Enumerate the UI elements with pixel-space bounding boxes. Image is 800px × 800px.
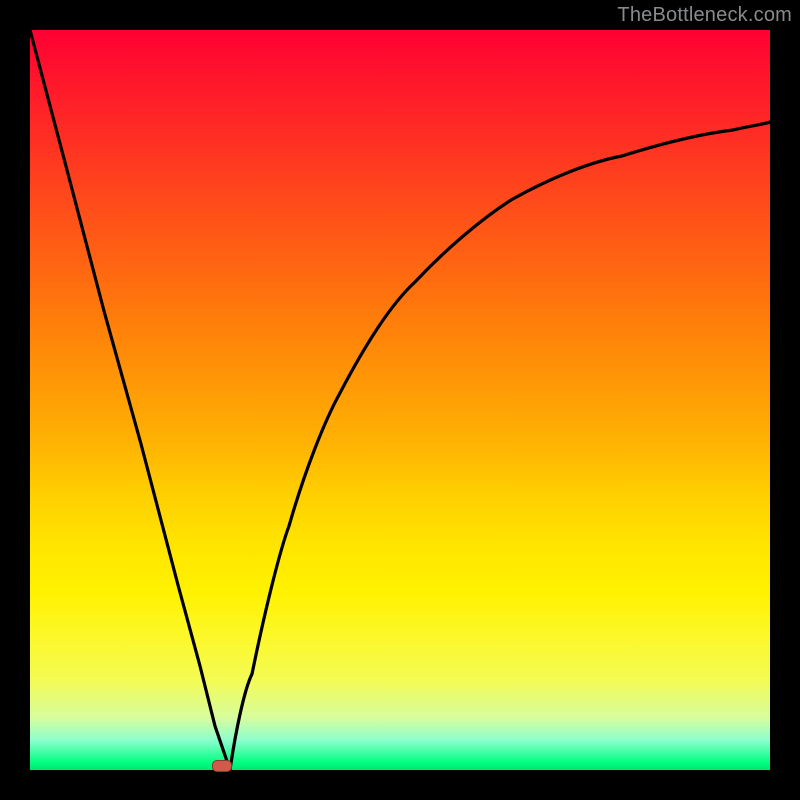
curve-left-branch [30, 30, 230, 770]
watermark-text: TheBottleneck.com [617, 4, 792, 27]
minimum-marker [212, 760, 232, 772]
curve-right-branch [230, 122, 770, 770]
curve-layer [30, 30, 770, 770]
chart-frame: TheBottleneck.com [0, 0, 800, 800]
plot-area [30, 30, 770, 770]
